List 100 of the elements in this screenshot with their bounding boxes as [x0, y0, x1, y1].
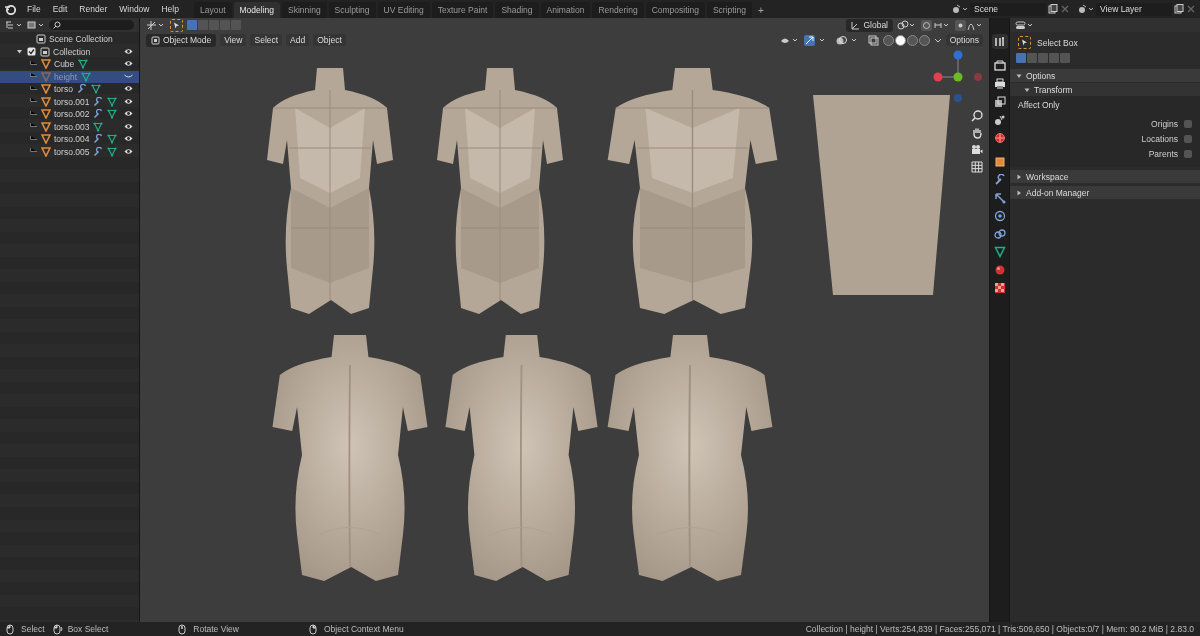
checkbox-label: Locations — [1141, 133, 1178, 144]
status-hint: Rotate View — [193, 624, 239, 634]
mesh-data-icon[interactable] — [78, 59, 89, 70]
eye-icon[interactable] — [124, 122, 133, 130]
sphere-icon — [993, 263, 1006, 276]
panel-header[interactable]: Workspace — [1010, 170, 1200, 183]
search-field[interactable] — [49, 20, 134, 30]
workspace-tab[interactable]: Animation — [540, 2, 591, 18]
checkbox[interactable] — [27, 47, 36, 57]
eye-icon[interactable] — [124, 85, 133, 92]
copy-icon[interactable] — [1048, 4, 1058, 14]
tree-item[interactable]: Scene Collection — [49, 34, 113, 45]
tree-item[interactable]: torso.004 — [54, 134, 90, 145]
pivot-icon[interactable] — [897, 19, 917, 31]
editor-type-icon[interactable] — [5, 20, 23, 30]
eye-icon[interactable] — [124, 135, 133, 142]
select-tool-button[interactable] — [1018, 36, 1031, 49]
grid-icon[interactable] — [971, 161, 983, 173]
workspace-tab[interactable]: Shading — [495, 2, 539, 18]
mesh-data-icon[interactable] — [81, 71, 92, 82]
select-tool-button[interactable] — [170, 18, 183, 32]
workspace-tab[interactable]: Texture Paint — [431, 2, 494, 18]
layer-selector-icon[interactable] — [1078, 4, 1094, 14]
mesh-data-icon[interactable] — [107, 134, 118, 145]
tree-item[interactable]: torso.002 — [54, 109, 90, 120]
scene-selector-icon[interactable] — [952, 4, 968, 14]
tree-item[interactable]: torso.005 — [54, 146, 90, 157]
editor-type-icon[interactable] — [1015, 19, 1035, 31]
tree-item[interactable]: torso.001 — [54, 96, 90, 107]
display-mode-icon[interactable] — [27, 20, 45, 30]
wrench-icon[interactable] — [93, 134, 104, 145]
wrench-icon[interactable] — [93, 96, 104, 107]
tree-item[interactable]: torso.003 — [54, 121, 90, 132]
snap-icon[interactable] — [921, 19, 951, 31]
mesh-data-icon[interactable] — [107, 109, 118, 120]
expand-arrow-icon[interactable] — [1016, 173, 1022, 180]
workspace-tab[interactable]: Modeling — [233, 2, 280, 18]
workspace-tab[interactable]: Layout — [193, 2, 232, 18]
shading-mode-button[interactable] — [894, 34, 906, 46]
workspace-tab[interactable]: Sculpting — [328, 2, 376, 18]
properties-tab[interactable] — [991, 226, 1008, 241]
mesh-data-icon[interactable] — [107, 96, 118, 107]
workspace-tab[interactable]: Rendering — [592, 2, 644, 18]
wrench-icon[interactable] — [93, 146, 104, 157]
axis-gizmo-drawing[interactable] — [933, 50, 983, 104]
workspace-tab[interactable]: Scripting — [706, 2, 752, 18]
mouse-icon — [308, 623, 320, 635]
eye-icon[interactable] — [124, 60, 133, 67]
cursor-icon — [173, 21, 180, 29]
subpanel-header[interactable]: Transform — [1010, 83, 1200, 96]
eye-icon[interactable] — [124, 47, 133, 55]
proportional-edit-icon[interactable] — [955, 19, 983, 31]
workspace-tab[interactable]: UV Editing — [377, 2, 430, 18]
tree-item[interactable]: Cube — [54, 59, 75, 70]
expand-arrow-icon[interactable] — [16, 48, 23, 56]
mesh-data-icon[interactable] — [107, 146, 118, 157]
workspace-tab[interactable]: Compositing — [645, 2, 705, 18]
menu-item[interactable]: Add — [286, 34, 310, 46]
wrench-icon[interactable] — [76, 84, 87, 95]
eye-icon[interactable] — [124, 147, 133, 155]
eye-icon[interactable] — [124, 110, 133, 117]
checkbox-label: Parents — [1148, 148, 1178, 159]
expand-arrow-icon[interactable] — [1016, 189, 1022, 196]
tree-item[interactable]: Collection — [53, 46, 91, 57]
eye-icon[interactable] — [124, 97, 133, 105]
mesh-data-icon[interactable] — [90, 84, 101, 95]
link-icon — [993, 227, 1006, 240]
xray-icon[interactable] — [867, 34, 879, 46]
checkbox[interactable] — [1184, 134, 1192, 143]
copy-icon[interactable] — [1174, 4, 1184, 14]
camera-icon[interactable] — [971, 144, 983, 156]
menu-item[interactable]: Edit — [47, 2, 73, 16]
name-field[interactable]: View Layer — [1096, 2, 1172, 16]
hand-icon[interactable] — [971, 127, 983, 139]
wrench-icon[interactable] — [93, 109, 104, 120]
menu-item[interactable]: Select — [250, 34, 283, 46]
menu-item[interactable]: Render — [74, 2, 113, 16]
add-tab-button[interactable]: + — [753, 3, 768, 18]
properties-tab[interactable] — [991, 34, 1008, 49]
tree-item[interactable]: torso — [54, 84, 73, 95]
panel-header[interactable]: Add-on Manager — [1010, 186, 1200, 199]
caret-icon[interactable] — [933, 36, 942, 44]
mesh-data-icon[interactable] — [93, 121, 104, 132]
orientation-dropdown[interactable]: Global — [846, 18, 893, 32]
options-dropdown[interactable]: Options — [945, 34, 983, 46]
checker-icon — [993, 281, 1006, 294]
editor-type-icon[interactable] — [146, 19, 166, 31]
checkbox[interactable] — [1184, 119, 1192, 128]
panel-header[interactable]: Options — [1010, 69, 1200, 82]
name-field[interactable]: Scene — [970, 2, 1046, 16]
menu-item[interactable]: View — [220, 34, 247, 46]
mode-dropdown[interactable]: Object Mode — [146, 33, 217, 47]
closed-eye-icon[interactable] — [124, 72, 133, 80]
workspace-tab[interactable]: Skinning — [282, 2, 327, 18]
menu-item[interactable]: Window — [114, 2, 155, 16]
zoom-icon[interactable] — [971, 110, 983, 122]
menu-item[interactable]: Help — [156, 2, 184, 16]
menu-item[interactable]: File — [22, 2, 46, 16]
checkbox[interactable] — [1184, 149, 1192, 158]
menu-item[interactable]: Object — [313, 34, 346, 46]
